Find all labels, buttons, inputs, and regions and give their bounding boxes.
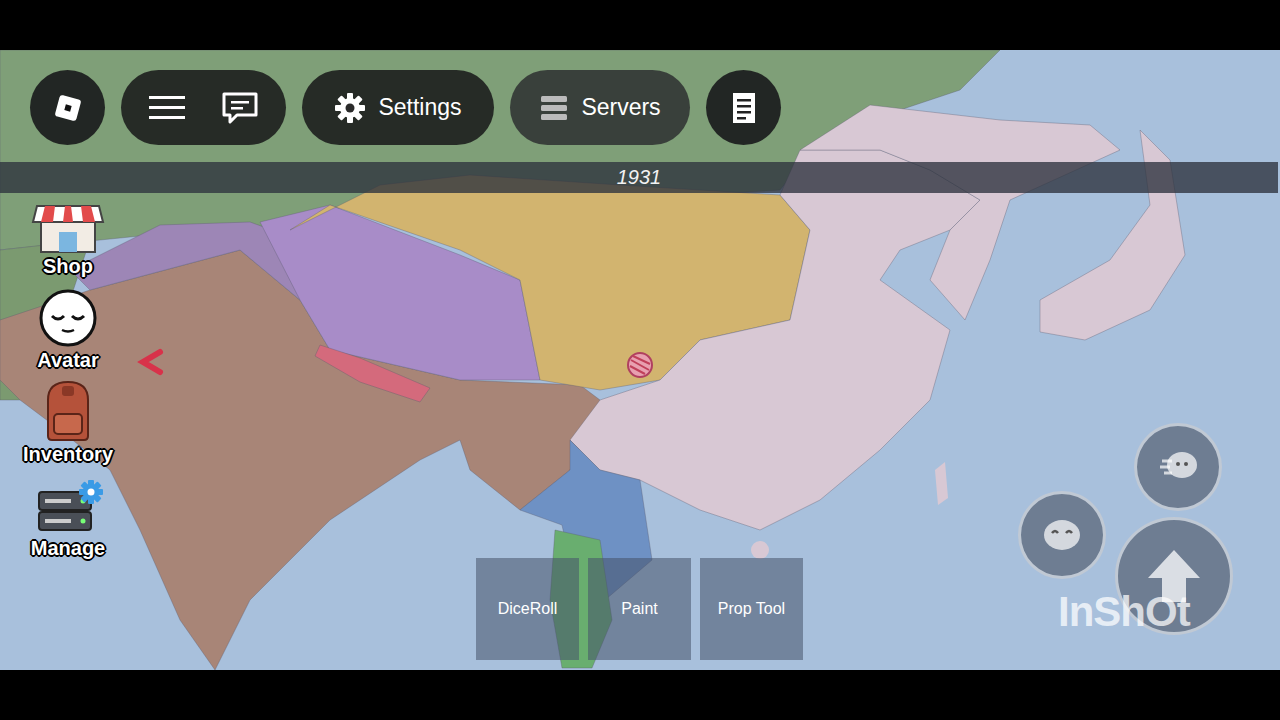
sidebar-label: Inventory <box>23 442 113 466</box>
settings-label: Settings <box>378 94 461 121</box>
toolbar: DiceRoll Paint Prop Tool <box>476 558 803 660</box>
tool-slot[interactable]: Paint <box>588 558 691 660</box>
avatar-face-icon <box>38 288 98 348</box>
chevron-marker-icon[interactable] <box>143 352 160 372</box>
notes-button[interactable] <box>706 70 781 145</box>
gear-icon <box>334 92 366 124</box>
bottom-letterbox <box>0 670 1280 720</box>
speech-bubble-icon <box>1156 447 1200 487</box>
tool-slot[interactable]: DiceRoll <box>476 558 579 660</box>
watermark: InShOt <box>1058 588 1190 636</box>
game-view: Settings Servers 1931 Shop Avatar Inventory Ma… <box>0 50 1280 670</box>
top-letterbox <box>0 0 1280 50</box>
tool-slot[interactable]: Prop Tool <box>700 558 803 660</box>
tool-label: Paint <box>621 600 657 618</box>
island <box>751 541 769 559</box>
tool-label: Prop Tool <box>718 600 785 618</box>
player-marker-icon[interactable] <box>628 353 652 377</box>
tool-label: DiceRoll <box>498 600 558 618</box>
backpack-icon <box>40 378 96 442</box>
sidebar-label: Avatar <box>37 348 99 372</box>
action-button[interactable] <box>1018 491 1106 579</box>
manage-server-icon <box>33 478 103 536</box>
sidebar-item[interactable]: Inventory <box>6 378 130 466</box>
map-region[interactable] <box>570 150 980 530</box>
sidebar-item[interactable]: Avatar <box>6 284 130 372</box>
shop-icon <box>31 200 105 254</box>
marker-stripes <box>630 356 650 374</box>
sidebar: Shop Avatar Inventory Manage <box>6 190 130 560</box>
roblox-logo-icon <box>48 88 88 128</box>
servers-icon <box>539 93 569 123</box>
settings-button[interactable]: Settings <box>302 70 494 145</box>
chat-icon[interactable] <box>221 91 259 125</box>
ocean <box>0 50 1280 670</box>
screen: Settings Servers 1931 Shop Avatar Inventory Ma… <box>0 0 1280 720</box>
emote-button[interactable] <box>1134 423 1222 511</box>
hamburger-icon[interactable] <box>148 93 186 123</box>
sidebar-label: Shop <box>43 254 93 278</box>
sidebar-item[interactable]: Manage <box>6 472 130 560</box>
map-region[interactable] <box>315 345 430 402</box>
sidebar-label: Manage <box>31 536 105 560</box>
servers-label: Servers <box>581 94 660 121</box>
document-icon <box>729 91 759 125</box>
island <box>935 462 948 505</box>
top-bar: Settings Servers <box>30 70 781 145</box>
menu-chat-group <box>121 70 286 145</box>
year-bar: 1931 <box>0 162 1278 193</box>
servers-button[interactable]: Servers <box>510 70 690 145</box>
sidebar-item[interactable]: Shop <box>6 190 130 278</box>
year-label: 1931 <box>617 166 662 189</box>
roblox-button[interactable] <box>30 70 105 145</box>
face-icon <box>1040 515 1084 555</box>
